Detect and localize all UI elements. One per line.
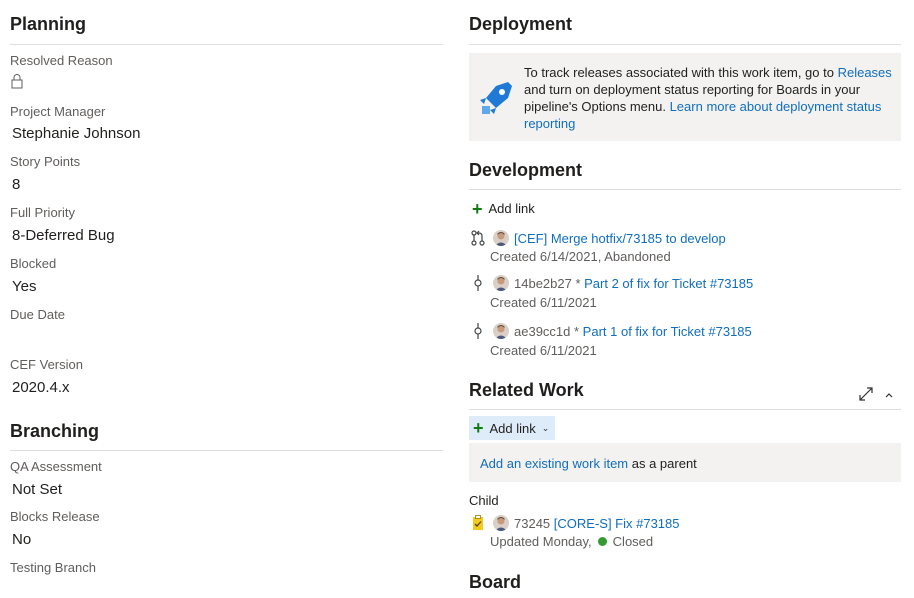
dev-item-2-title[interactable]: 14be2b27 * Part 2 of fix for Ticket #731… bbox=[514, 276, 753, 291]
child-item-link[interactable]: [CORE-S] Fix #73185 bbox=[554, 516, 680, 531]
rocket-icon bbox=[478, 80, 514, 116]
plus-icon: + bbox=[473, 418, 484, 438]
qa-assessment-label: QA Assessment bbox=[10, 459, 102, 474]
story-points-label: Story Points bbox=[10, 154, 81, 169]
related-add-link-label: Add link bbox=[489, 420, 536, 436]
blocks-release-label: Blocks Release bbox=[10, 509, 100, 524]
avatar bbox=[493, 515, 509, 531]
child-label: Child bbox=[469, 493, 499, 508]
dev-item-1-title[interactable]: [CEF] Merge hotfix/73185 to develop bbox=[514, 231, 726, 246]
testing-branch-label: Testing Branch bbox=[10, 560, 96, 575]
resolved-reason-label: Resolved Reason bbox=[10, 53, 113, 68]
child-item-title[interactable]: 73245 [CORE-S] Fix #73185 bbox=[514, 516, 680, 531]
project-manager-field[interactable]: Stephanie Johnson bbox=[12, 125, 140, 142]
cef-version-label: CEF Version bbox=[10, 357, 83, 372]
commit-icon bbox=[472, 323, 484, 339]
branching-divider bbox=[10, 450, 443, 451]
board-title: Board bbox=[469, 572, 522, 592]
cef-version-field[interactable]: 2020.4.x bbox=[12, 379, 70, 396]
avatar bbox=[493, 230, 509, 246]
add-existing-text: Add an existing work item as a parent bbox=[480, 456, 697, 471]
full-priority-label: Full Priority bbox=[10, 205, 76, 220]
related-work-divider bbox=[469, 409, 901, 410]
due-date-label: Due Date bbox=[10, 307, 65, 322]
dev-item-1-meta: Created 6/14/2021, Abandoned bbox=[490, 249, 671, 264]
deployment-info-text: To track releases associated with this w… bbox=[524, 64, 894, 132]
blocked-field[interactable]: Yes bbox=[12, 278, 36, 295]
project-manager-label: Project Manager bbox=[10, 104, 106, 119]
full-priority-field[interactable]: 8-Deferred Bug bbox=[12, 227, 115, 244]
chevron-down-icon: ⌄ bbox=[541, 422, 550, 433]
deployment-title: Deployment bbox=[469, 14, 573, 34]
planning-divider bbox=[10, 44, 443, 45]
deployment-text-1: To track releases associated with this w… bbox=[524, 65, 838, 80]
add-existing-bar: Add an existing work item as a parent bbox=[469, 443, 901, 482]
dev-item-3-meta: Created 6/11/2021 bbox=[490, 343, 597, 358]
lock-icon bbox=[10, 73, 24, 89]
dev-item-3-link[interactable]: Part 1 of fix for Ticket #73185 bbox=[583, 324, 752, 339]
development-divider bbox=[469, 189, 901, 190]
commit-icon bbox=[472, 275, 484, 291]
dev-item-3-title[interactable]: ae39cc1d * Part 1 of fix for Ticket #731… bbox=[514, 324, 752, 339]
qa-assessment-field[interactable]: Not Set bbox=[12, 481, 62, 498]
story-points-field[interactable]: 8 bbox=[12, 176, 20, 193]
branching-title: Branching bbox=[10, 421, 100, 441]
child-item-updated: Updated Monday, bbox=[490, 534, 592, 549]
dev-item-2-meta: Created 6/11/2021 bbox=[490, 295, 597, 310]
add-existing-suffix: as a parent bbox=[628, 456, 697, 471]
development-add-link-label: Add link bbox=[488, 201, 535, 216]
dev-item-1-link[interactable]: [CEF] Merge hotfix/73185 to develop bbox=[514, 231, 726, 246]
blocks-release-field[interactable]: No bbox=[12, 531, 31, 548]
avatar bbox=[493, 323, 509, 339]
due-date-field[interactable] bbox=[12, 329, 212, 347]
planning-title: Planning bbox=[10, 14, 86, 34]
development-add-link-button[interactable]: + Add link bbox=[472, 198, 535, 219]
related-work-title: Related Work bbox=[469, 380, 584, 400]
child-item-state: Closed bbox=[612, 534, 654, 549]
related-add-link-button[interactable]: + Add link ⌄ bbox=[469, 416, 556, 440]
dev-item-2-link[interactable]: Part 2 of fix for Ticket #73185 bbox=[584, 276, 753, 291]
avatar bbox=[493, 275, 509, 291]
releases-link[interactable]: Releases bbox=[838, 65, 892, 80]
task-icon bbox=[472, 515, 484, 531]
status-dot-icon bbox=[597, 537, 607, 546]
dev-item-2-prefix: 14be2b27 * bbox=[514, 276, 585, 291]
child-item-id: 73245 bbox=[514, 516, 551, 531]
pull-request-icon bbox=[470, 230, 486, 246]
chevron-up-icon[interactable] bbox=[883, 388, 895, 400]
deployment-divider bbox=[469, 44, 901, 45]
child-item-meta: Updated Monday, Closed bbox=[490, 534, 653, 549]
add-existing-work-item-link[interactable]: Add an existing work item bbox=[480, 456, 628, 471]
blocked-label: Blocked bbox=[10, 256, 57, 271]
dev-item-3-prefix: ae39cc1d * bbox=[514, 324, 583, 339]
plus-icon: + bbox=[472, 198, 483, 219]
expand-icon[interactable] bbox=[858, 386, 874, 402]
development-title: Development bbox=[469, 160, 583, 180]
deployment-info-box: To track releases associated with this w… bbox=[469, 53, 901, 141]
